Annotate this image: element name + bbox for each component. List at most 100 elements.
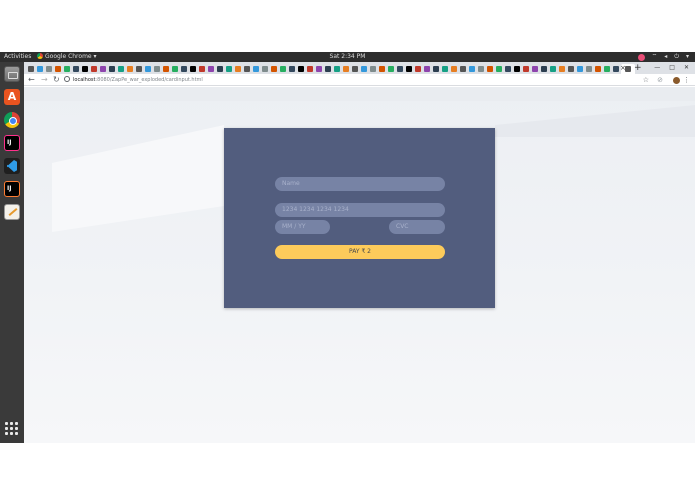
browser-tab[interactable]: [333, 64, 341, 74]
browser-tab[interactable]: [234, 64, 242, 74]
name-input[interactable]: [275, 177, 445, 191]
browser-tab[interactable]: [378, 64, 386, 74]
browser-tab[interactable]: [495, 64, 503, 74]
close-window-icon[interactable]: ✕: [684, 62, 689, 74]
system-tray[interactable]: ⌔ ◂ ⏻ ▾: [637, 52, 689, 62]
browser-tab[interactable]: [585, 64, 593, 74]
browser-tab[interactable]: [36, 64, 44, 74]
vscode-icon[interactable]: [4, 158, 20, 174]
browser-tab[interactable]: [81, 64, 89, 74]
browser-tab[interactable]: [504, 64, 512, 74]
extension-icon[interactable]: ⊘: [657, 74, 663, 86]
browser-tab[interactable]: [540, 64, 548, 74]
files-icon[interactable]: [4, 66, 20, 82]
minimize-icon[interactable]: —: [654, 62, 660, 74]
user-status-icon[interactable]: [637, 54, 645, 61]
browser-tab[interactable]: [432, 64, 440, 74]
maximize-icon[interactable]: □: [669, 62, 675, 74]
browser-tab[interactable]: [135, 64, 143, 74]
browser-tab[interactable]: [396, 64, 404, 74]
browser-tab[interactable]: [270, 64, 278, 74]
intellij-community-icon[interactable]: IJ: [4, 181, 20, 197]
browser-tab[interactable]: [477, 64, 485, 74]
browser-tab[interactable]: [558, 64, 566, 74]
browser-tab[interactable]: [198, 64, 206, 74]
profile-avatar[interactable]: [673, 77, 680, 84]
browser-tab[interactable]: [531, 64, 539, 74]
browser-tab[interactable]: [243, 64, 251, 74]
reload-icon[interactable]: ↻: [53, 74, 60, 86]
browser-tab[interactable]: [45, 64, 53, 74]
browser-tab[interactable]: [207, 64, 215, 74]
browser-tab[interactable]: [468, 64, 476, 74]
browser-tab[interactable]: [315, 64, 323, 74]
expiry-input[interactable]: [275, 220, 330, 234]
new-tab-button[interactable]: +: [634, 62, 642, 74]
browser-tab[interactable]: [216, 64, 224, 74]
browser-tab[interactable]: [441, 64, 449, 74]
forward-arrow-icon[interactable]: →: [41, 74, 48, 86]
browser-tab[interactable]: [522, 64, 530, 74]
browser-tab[interactable]: [180, 64, 188, 74]
browser-tab[interactable]: [405, 64, 413, 74]
site-info-icon[interactable]: [64, 76, 70, 82]
pay-button[interactable]: PAY ₹ 2: [275, 245, 445, 259]
browser-tab[interactable]: [549, 64, 557, 74]
text-editor-icon[interactable]: [4, 204, 20, 220]
browser-tab[interactable]: [99, 64, 107, 74]
card-number-input[interactable]: [275, 203, 445, 217]
browser-tab[interactable]: [54, 64, 62, 74]
browser-tab[interactable]: [252, 64, 260, 74]
browser-tab[interactable]: [288, 64, 296, 74]
browser-tab[interactable]: [306, 64, 314, 74]
browser-tab[interactable]: [387, 64, 395, 74]
intellij-icon[interactable]: IJ: [4, 135, 20, 151]
bookmark-star-icon[interactable]: ☆: [643, 74, 649, 86]
browser-tab[interactable]: [171, 64, 179, 74]
browser-tab[interactable]: [513, 64, 521, 74]
browser-tab[interactable]: [27, 64, 35, 74]
browser-tab[interactable]: [153, 64, 161, 74]
tray-menu-icon[interactable]: ▾: [686, 52, 689, 62]
browser-tab[interactable]: [144, 64, 152, 74]
ubuntu-software-icon[interactable]: A: [4, 89, 20, 105]
browser-tab[interactable]: [90, 64, 98, 74]
show-apps-icon[interactable]: [4, 421, 20, 437]
browser-tab[interactable]: [459, 64, 467, 74]
address-bar[interactable]: localhost:8080/ZapPe_war_exploded/cardin…: [64, 75, 664, 85]
browser-tab[interactable]: [189, 64, 197, 74]
browser-tab[interactable]: [117, 64, 125, 74]
browser-tab[interactable]: [603, 64, 611, 74]
browser-tab[interactable]: [342, 64, 350, 74]
browser-tab[interactable]: [108, 64, 116, 74]
browser-tab[interactable]: [261, 64, 269, 74]
browser-tab[interactable]: [414, 64, 422, 74]
browser-tab[interactable]: [423, 64, 431, 74]
browser-tab[interactable]: [225, 64, 233, 74]
browser-tab[interactable]: [576, 64, 584, 74]
power-icon[interactable]: ⏻: [674, 52, 679, 62]
browser-tab[interactable]: [126, 64, 134, 74]
volume-icon[interactable]: ◂: [664, 52, 667, 62]
browser-tab[interactable]: [324, 64, 332, 74]
browser-tab[interactable]: [351, 64, 359, 74]
browser-tab[interactable]: [63, 64, 71, 74]
browser-tab[interactable]: [567, 64, 575, 74]
browser-tab[interactable]: [297, 64, 305, 74]
browser-tab[interactable]: [162, 64, 170, 74]
browser-tab[interactable]: [360, 64, 368, 74]
browser-tab[interactable]: [72, 64, 80, 74]
browser-tab[interactable]: [612, 64, 620, 74]
browser-tab[interactable]: [279, 64, 287, 74]
cvc-input[interactable]: [389, 220, 445, 234]
tab-close-icon[interactable]: ×: [620, 62, 626, 74]
browser-tab[interactable]: [369, 64, 377, 74]
browser-tab[interactable]: [486, 64, 494, 74]
system-clock[interactable]: Sat 2:34 PM: [0, 52, 695, 62]
chrome-icon[interactable]: [4, 112, 20, 128]
back-arrow-icon[interactable]: ←: [28, 74, 35, 86]
browser-tab[interactable]: [594, 64, 602, 74]
browser-menu-icon[interactable]: ⋮: [683, 74, 690, 86]
browser-tab[interactable]: [450, 64, 458, 74]
network-icon[interactable]: ⌔: [652, 52, 658, 62]
